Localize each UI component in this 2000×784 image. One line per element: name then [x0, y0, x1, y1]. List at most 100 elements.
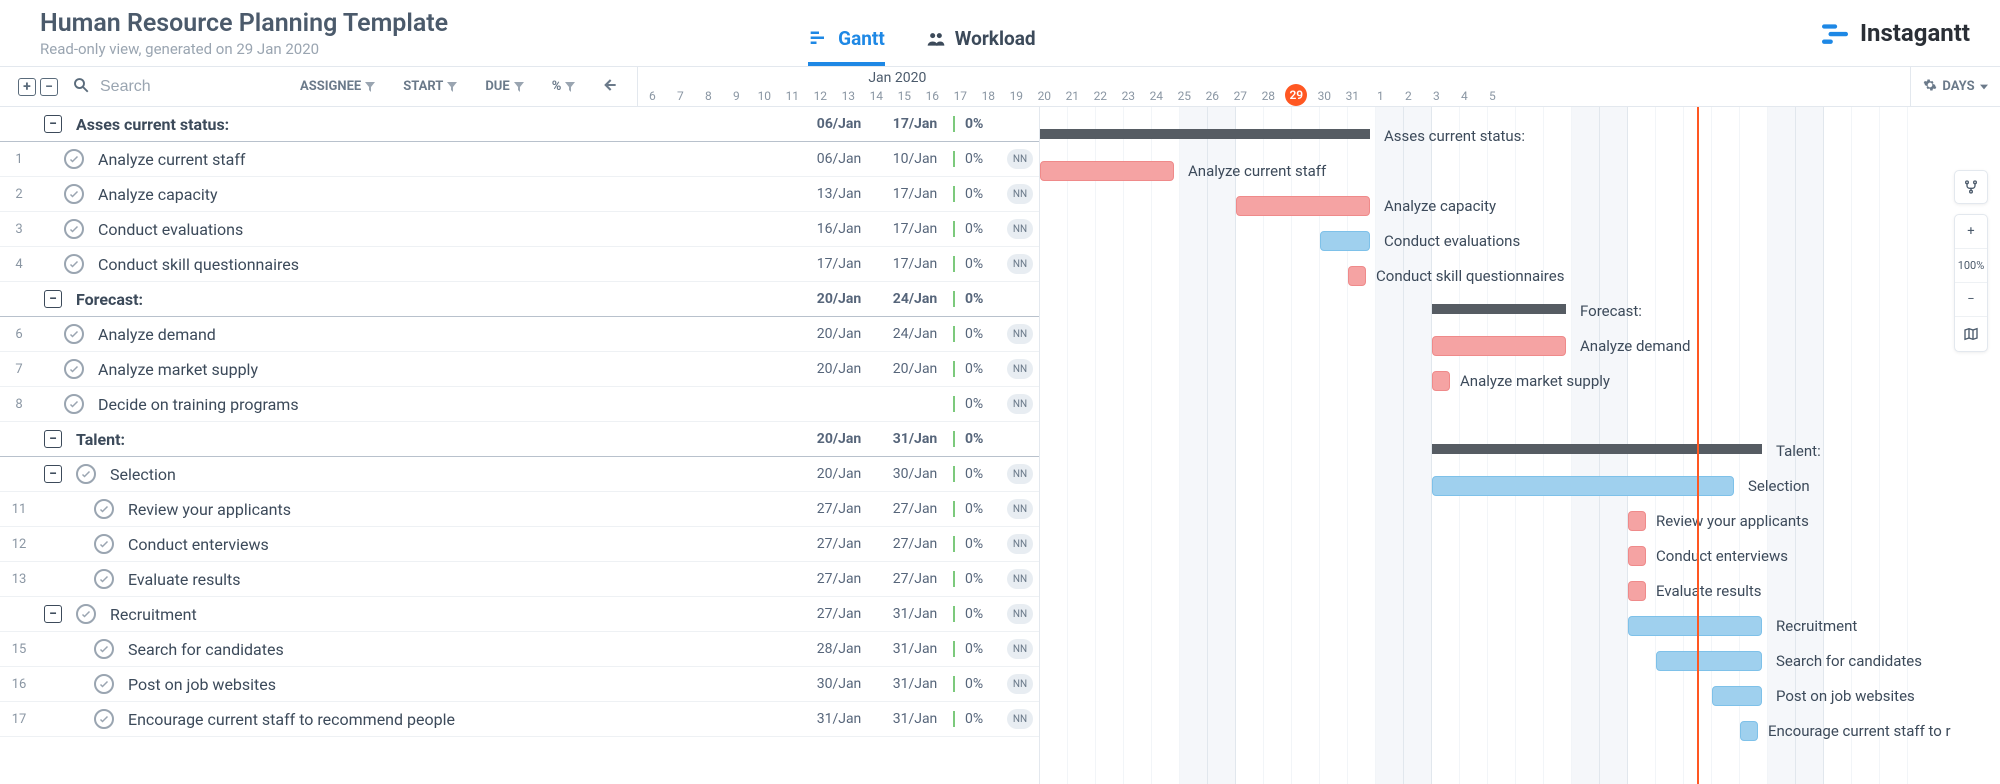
brand-icon [1822, 22, 1848, 44]
due-date: 27/Jan [877, 571, 953, 587]
assignee-badge[interactable]: NN [1007, 149, 1033, 169]
minimap-button[interactable] [1955, 317, 1987, 351]
task-row[interactable]: −Selection20/Jan30/Jan0%NN [0, 457, 1039, 492]
gantt-bar[interactable] [1712, 686, 1762, 706]
group-row[interactable]: −Forecast:20/Jan24/Jan0% [0, 282, 1039, 317]
gantt-row: Review your applicants [1040, 504, 2000, 539]
task-row[interactable]: 11Review your applicants27/Jan27/Jan0%NN [0, 492, 1039, 527]
branch-button[interactable] [1954, 170, 1988, 204]
collapse-toggle[interactable]: − [44, 115, 62, 133]
gantt-bar[interactable] [1740, 721, 1758, 741]
start-date: 16/Jan [801, 221, 877, 237]
col-assignee[interactable]: ASSIGNEE [300, 79, 375, 94]
task-row[interactable]: 1Analyze current staff06/Jan10/Jan0%NN [0, 142, 1039, 177]
task-row[interactable]: 17Encourage current staff to recommend p… [0, 702, 1039, 737]
gantt-bar[interactable] [1236, 196, 1370, 216]
assignee-badge[interactable]: NN [1007, 674, 1033, 694]
check-icon[interactable] [64, 219, 84, 239]
gantt-bar[interactable] [1040, 161, 1174, 181]
collapse-toggle[interactable]: − [44, 465, 62, 483]
search-icon[interactable] [72, 76, 90, 98]
gantt-bar-label: Asses current status: [1384, 127, 1525, 145]
collapse-all-button[interactable]: − [40, 78, 58, 96]
task-panel: −Asses current status:06/Jan17/Jan0%1Ana… [0, 107, 1040, 784]
gantt-bar[interactable] [1628, 616, 1762, 636]
task-row[interactable]: 15Search for candidates28/Jan31/Jan0%NN [0, 632, 1039, 667]
assignee-badge[interactable]: NN [1007, 464, 1033, 484]
group-row[interactable]: −Talent:20/Jan31/Jan0% [0, 422, 1039, 457]
search-input[interactable] [100, 78, 300, 96]
gantt-bar[interactable] [1628, 581, 1646, 601]
collapse-toggle[interactable]: − [44, 290, 62, 308]
task-name: Conduct evaluations [98, 220, 801, 239]
task-row[interactable]: 8Decide on training programs0%NN [0, 387, 1039, 422]
assignee-badge[interactable]: NN [1007, 394, 1033, 414]
check-icon[interactable] [94, 534, 114, 554]
percent: 0% [953, 361, 1003, 377]
assignee-badge[interactable]: NN [1007, 359, 1033, 379]
back-arrow-icon[interactable] [599, 75, 619, 99]
check-icon[interactable] [94, 674, 114, 694]
row-number: 12 [0, 537, 38, 552]
gantt-bar[interactable] [1432, 304, 1566, 314]
assignee-badge[interactable]: NN [1007, 184, 1033, 204]
assignee-badge[interactable]: NN [1007, 499, 1033, 519]
assignee-badge[interactable]: NN [1007, 219, 1033, 239]
assignee-badge[interactable]: NN [1007, 604, 1033, 624]
check-icon[interactable] [64, 394, 84, 414]
assignee-badge[interactable]: NN [1007, 324, 1033, 344]
task-row[interactable]: −Recruitment27/Jan31/Jan0%NN [0, 597, 1039, 632]
tab-workload[interactable]: Workload [925, 27, 1036, 66]
col-start[interactable]: START [403, 79, 457, 94]
gantt-bar[interactable] [1040, 129, 1370, 139]
gantt-bar[interactable] [1628, 511, 1646, 531]
scale-selector[interactable]: DAYS [1910, 67, 2000, 106]
gantt-bar[interactable] [1628, 546, 1646, 566]
gantt-bar[interactable] [1432, 336, 1566, 356]
assignee-badge[interactable]: NN [1007, 639, 1033, 659]
gantt-bar[interactable] [1348, 266, 1366, 286]
gantt-bar[interactable] [1432, 444, 1762, 454]
check-icon[interactable] [64, 254, 84, 274]
check-icon[interactable] [76, 604, 96, 624]
check-icon[interactable] [76, 464, 96, 484]
row-number: 11 [0, 502, 38, 517]
gantt-panel[interactable]: Asses current status:Analyze current sta… [1040, 107, 2000, 784]
assignee-badge[interactable]: NN [1007, 569, 1033, 589]
gantt-bar[interactable] [1432, 476, 1734, 496]
check-icon[interactable] [94, 499, 114, 519]
task-row[interactable]: 2Analyze capacity13/Jan17/Jan0%NN [0, 177, 1039, 212]
tab-gantt[interactable]: Gantt [808, 27, 885, 66]
collapse-toggle[interactable]: − [44, 605, 62, 623]
percent: 0% [953, 431, 1003, 447]
task-row[interactable]: 12Conduct enterviews27/Jan27/Jan0%NN [0, 527, 1039, 562]
assignee-badge[interactable]: NN [1007, 534, 1033, 554]
check-icon[interactable] [94, 709, 114, 729]
task-row[interactable]: 16Post on job websites30/Jan31/Jan0%NN [0, 667, 1039, 702]
check-icon[interactable] [94, 639, 114, 659]
check-icon[interactable] [64, 149, 84, 169]
collapse-toggle[interactable]: − [44, 430, 62, 448]
task-row[interactable]: 3Conduct evaluations16/Jan17/Jan0%NN [0, 212, 1039, 247]
row-number: 6 [0, 327, 38, 342]
zoom-in-button[interactable]: + [1955, 215, 1987, 249]
check-icon[interactable] [64, 324, 84, 344]
group-row[interactable]: −Asses current status:06/Jan17/Jan0% [0, 107, 1039, 142]
gantt-bar[interactable] [1320, 231, 1370, 251]
col-due[interactable]: DUE [485, 79, 523, 94]
task-row[interactable]: 13Evaluate results27/Jan27/Jan0%NN [0, 562, 1039, 597]
task-row[interactable]: 4Conduct skill questionnaires17/Jan17/Ja… [0, 247, 1039, 282]
expand-all-button[interactable]: + [18, 78, 36, 96]
check-icon[interactable] [64, 359, 84, 379]
assignee-badge[interactable]: NN [1007, 254, 1033, 274]
gantt-bar[interactable] [1432, 371, 1450, 391]
task-row[interactable]: 6Analyze demand20/Jan24/Jan0%NN [0, 317, 1039, 352]
check-icon[interactable] [64, 184, 84, 204]
percent: 0% [953, 326, 1003, 342]
task-row[interactable]: 7Analyze market supply20/Jan20/Jan0%NN [0, 352, 1039, 387]
assignee-badge[interactable]: NN [1007, 709, 1033, 729]
zoom-out-button[interactable]: − [1955, 283, 1987, 317]
check-icon[interactable] [94, 569, 114, 589]
col-percent[interactable]: % [552, 79, 576, 94]
gantt-bar[interactable] [1656, 651, 1762, 671]
